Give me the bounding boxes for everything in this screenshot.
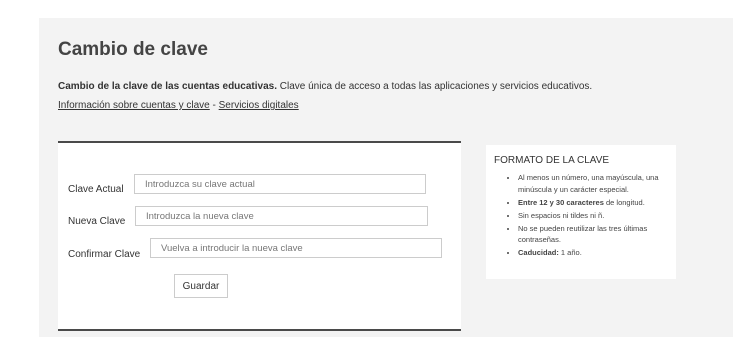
format-rule: Caducidad: 1 año. (518, 247, 672, 259)
password-format-card: FORMATO DE LA CLAVE Al menos un número, … (486, 145, 676, 279)
password-form: Clave Actual Nueva Clave Confirmar Clave… (58, 141, 461, 331)
related-links: Información sobre cuentas y clave - Serv… (58, 100, 299, 111)
confirm-password-label: Confirmar Clave (68, 249, 141, 260)
intro-text: Clave única de acceso a todas las aplica… (277, 81, 593, 92)
format-rule: Sin espacios ni tildes ni ñ. (518, 210, 672, 222)
link-separator: - (209, 100, 219, 111)
format-title: FORMATO DE LA CLAVE (494, 155, 610, 166)
confirm-password-input[interactable] (150, 238, 442, 258)
format-rule: Entre 12 y 30 caracteres de longitud. (518, 197, 672, 209)
format-rule: Al menos un número, una mayúscula, una m… (518, 172, 672, 195)
intro-bold: Cambio de la clave de las cuentas educat… (58, 81, 277, 92)
page-title: Cambio de clave (58, 39, 208, 60)
current-password-label: Clave Actual (68, 184, 124, 195)
new-password-input[interactable] (135, 206, 428, 226)
current-password-input[interactable] (134, 174, 426, 194)
new-password-label: Nueva Clave (68, 216, 126, 227)
format-rules-list: Al menos un número, una mayúscula, una m… (494, 172, 672, 260)
digital-services-link[interactable]: Servicios digitales (219, 100, 299, 111)
save-button[interactable]: Guardar (174, 274, 228, 298)
page-intro: Cambio de la clave de las cuentas educat… (58, 81, 592, 92)
account-info-link[interactable]: Información sobre cuentas y clave (58, 100, 210, 111)
format-rule: No se pueden reutilizar las tres últimas… (518, 223, 672, 246)
